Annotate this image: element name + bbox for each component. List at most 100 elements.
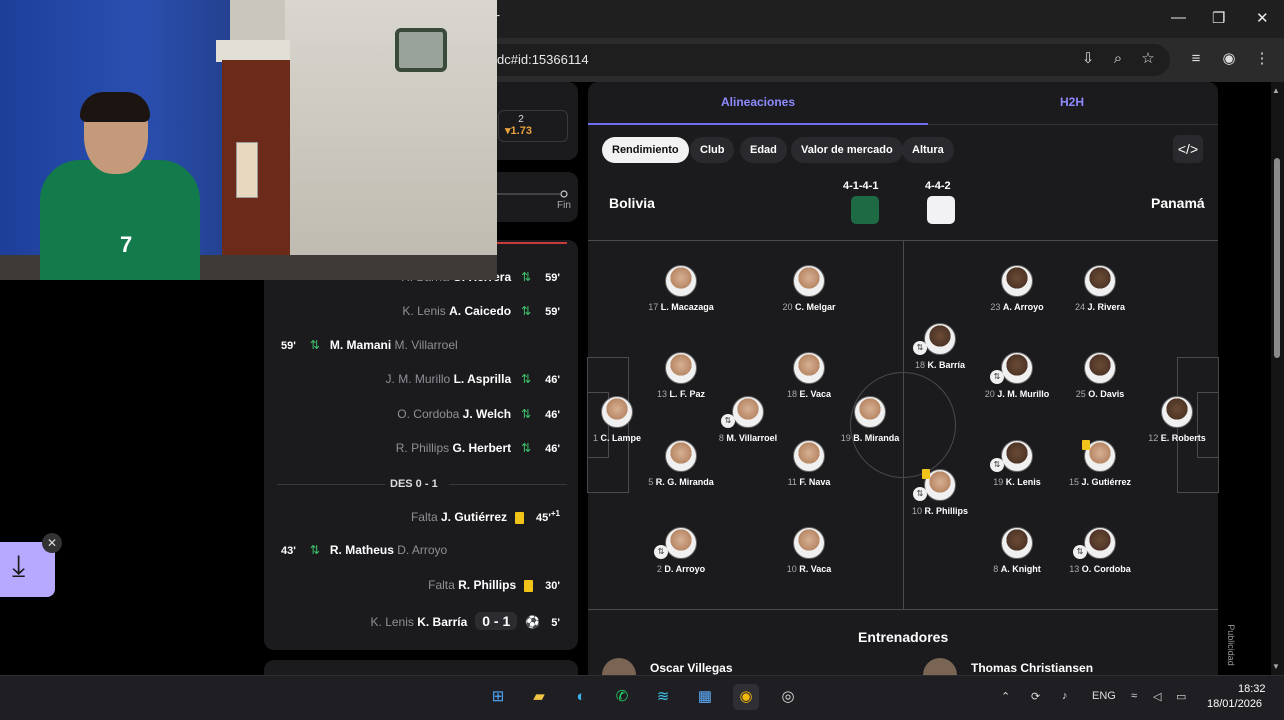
player-avatar[interactable] [665,440,697,472]
player-avatar[interactable] [793,440,825,472]
minimize-button[interactable]: — [1171,9,1186,26]
player-avatar[interactable] [1161,396,1193,428]
chip-valor-mercado[interactable]: Valor de mercado [791,137,903,163]
player-marker[interactable]: 5 R. G. Miranda [636,440,726,487]
obs-icon[interactable]: ◎ [775,684,801,710]
chip-edad[interactable]: Edad [740,137,787,163]
player-avatar[interactable] [1084,265,1116,297]
event-row[interactable]: K. Lenis K. Barría 0 - 1 ⚽ 5' [371,612,560,632]
away-coach-name[interactable]: Thomas Christiansen [971,661,1093,675]
event-row[interactable]: J. M. Murillo L. Asprilla ⇅ 46' [386,372,560,392]
chip-altura[interactable]: Altura [902,137,954,163]
close-window-button[interactable]: ✕ [1256,9,1269,27]
event-row[interactable]: 43' ⇅ R. Matheus D. Arroyo [281,543,447,563]
player-marker[interactable]: 12 E. Roberts [1132,396,1222,443]
player-marker[interactable]: 1 C. Lampe [572,396,662,443]
tab-underline [928,124,1218,125]
clock-date[interactable]: 18/01/2026 [1207,698,1262,710]
embed-code-button[interactable]: </> [1173,135,1203,163]
event-row[interactable]: Falta R. Phillips 30' [428,578,560,598]
player-avatar[interactable] [793,352,825,384]
active-tab-indicator [588,123,928,125]
whatsapp-icon[interactable]: ✆ [609,684,635,710]
player-avatar[interactable] [793,265,825,297]
home-coach-name[interactable]: Oscar Villegas [650,661,733,675]
player-marker[interactable]: 13 O. Cordoba [1055,527,1145,574]
player-avatar[interactable] [1084,527,1116,559]
tab-lineups[interactable]: Alineaciones [721,95,795,109]
zoom-icon[interactable]: ⌕ [1108,49,1128,69]
tab-h2h[interactable]: H2H [1060,95,1084,109]
player-name-text: E. Roberts [1160,433,1206,443]
player-marker[interactable]: 25 O. Davis [1055,352,1145,399]
photos-icon[interactable]: ▦ [692,684,718,710]
volume-icon[interactable]: ◁ [1153,690,1161,703]
player-marker[interactable]: 17 L. Macazaga [636,265,726,312]
edge-icon[interactable]: ◐ [568,684,594,710]
reading-list-icon[interactable]: ≡ [1186,49,1206,69]
clock-time[interactable]: 18:32 [1238,683,1266,695]
app-icon[interactable]: ≋ [650,684,676,710]
maximize-button[interactable]: ❐ [1212,9,1225,27]
event-row[interactable]: R. Phillips G. Herbert ⇅ 46' [396,441,560,461]
player-marker[interactable]: 2 D. Arroyo [636,527,726,574]
player-marker[interactable]: 19 K. Lenis [972,440,1062,487]
language-indicator[interactable]: ENG [1092,690,1116,702]
player-name-text: C. Melgar [795,302,836,312]
player-name: 20 J. M. Murillo [972,389,1062,399]
event-row[interactable]: Falta J. Gutiérrez 45'+1 [411,509,560,529]
tray-sync-icon[interactable]: ⟳ [1031,690,1040,703]
player-marker[interactable]: 13 L. F. Paz [636,352,726,399]
menu-kebab-icon[interactable]: ⋮ [1252,49,1272,69]
player-marker[interactable]: 10 R. Vaca [764,527,854,574]
microphone-icon[interactable]: ♪ [1062,690,1068,702]
away-formation: 4-4-2 [925,180,951,192]
player-avatar[interactable] [854,396,886,428]
tray-chevron-icon[interactable]: ⌃ [1001,690,1010,703]
profile-icon[interactable]: ◉ [1219,49,1239,69]
player-name: 5 R. G. Miranda [636,477,726,487]
scroll-down-arrow[interactable]: ▼ [1272,662,1280,671]
player-marker[interactable]: 18 E. Vaca [764,352,854,399]
player-marker[interactable]: 20 J. M. Murillo [972,352,1062,399]
wifi-icon[interactable]: ≈ [1131,690,1137,702]
player-avatar[interactable] [1001,352,1033,384]
player-marker[interactable]: 23 A. Arroyo [972,265,1062,312]
player-name-text: F. Nava [799,477,831,487]
player-avatar[interactable] [1001,265,1033,297]
player-marker[interactable]: 11 F. Nava [764,440,854,487]
url-text[interactable]: dc#id:15366114 [497,52,589,67]
player-avatar[interactable] [1001,440,1033,472]
event-row[interactable]: 59' ⇅ M. Mamani M. Villarroel [281,338,458,358]
battery-icon[interactable]: ▭ [1176,690,1186,703]
chrome-icon[interactable]: ◉ [733,684,759,710]
download-icon[interactable]: ⤓ [12,552,25,582]
player-avatar[interactable] [1001,527,1033,559]
chip-club[interactable]: Club [690,137,735,163]
chip-rendimiento[interactable]: Rendimiento [602,137,689,163]
player-avatar[interactable] [665,265,697,297]
bookmark-star-icon[interactable]: ☆ [1138,49,1158,69]
player-marker[interactable]: 15 J. Gutiérrez [1055,440,1145,487]
player-avatar[interactable] [665,352,697,384]
player-marker[interactable]: 24 J. Rivera [1055,265,1145,312]
event-row[interactable]: O. Cordoba J. Welch ⇅ 46' [397,407,560,427]
scrollbar-thumb[interactable] [1274,158,1280,358]
player-avatar[interactable] [601,396,633,428]
player-avatar[interactable] [732,396,764,428]
download-close-icon[interactable]: ✕ [42,533,62,553]
player-avatar[interactable] [665,527,697,559]
event-row[interactable]: K. Lenis A. Caicedo ⇅ 59' [402,304,560,324]
player-avatar[interactable] [924,323,956,355]
install-app-icon[interactable]: ⇩ [1078,49,1098,69]
scroll-up-arrow[interactable]: ▲ [1272,86,1280,95]
player-marker[interactable]: 20 C. Melgar [764,265,854,312]
player-avatar[interactable] [793,527,825,559]
file-explorer-icon[interactable]: ▰ [526,684,552,710]
player-avatar[interactable] [1084,352,1116,384]
player-number: 25 [1075,389,1089,399]
player-marker[interactable]: 8 M. Villarroel [703,396,793,443]
player-marker[interactable]: 19 B. Miranda [825,396,915,443]
start-icon[interactable]: ⊞ [485,684,511,710]
player-marker[interactable]: 8 A. Knight [972,527,1062,574]
